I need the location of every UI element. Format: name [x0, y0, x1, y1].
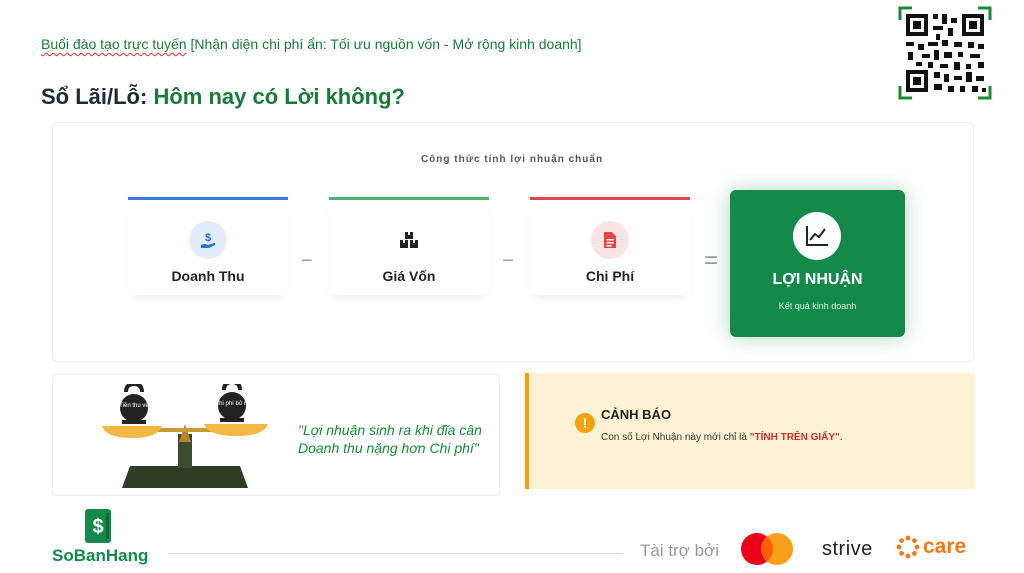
right-weight-label: Chi phí bỏ ra [215, 400, 250, 407]
page-title-prefix: Sổ Lãi/Lỗ: [41, 84, 154, 109]
minus-operator-2: − [502, 250, 514, 272]
card-cogs-label: Giá Vốn [382, 268, 436, 284]
scale-base [122, 466, 248, 488]
right-pan [204, 424, 268, 436]
card-revenue-accent [128, 197, 288, 200]
qr-code-icon[interactable] [898, 6, 992, 100]
svg-text:$: $ [92, 516, 103, 538]
card-revenue-label: Doanh Thu [171, 268, 245, 284]
scale-pivot [179, 424, 191, 442]
page-title-highlight: Hôm nay có Lời không? [153, 84, 405, 109]
training-subtitle-topic: [Nhận diện chi phí ẩn: Tối ưu nguồn vốn … [186, 36, 582, 52]
warning-text-prefix: Con số Lợi Nhuận này mới chỉ là [601, 432, 750, 443]
receipt-icon [591, 221, 629, 259]
warning-text: Con số Lợi Nhuận này mới chỉ là "TÍNH TR… [601, 432, 843, 443]
hand-dollar-icon: $ [189, 221, 227, 259]
equals-operator: = [704, 247, 719, 274]
scale-quote: "Lợi nhuận sinh ra khi đĩa cân Doanh thu… [298, 422, 482, 456]
profit-card: LỢI NHUẬN Kết quả kinh doanh [730, 190, 905, 337]
profit-label: LỢI NHUẬN [772, 271, 863, 288]
formula-caption: Công thức tính lợi nhuận chuẩn [420, 154, 604, 165]
mastercard-logo-icon [741, 533, 793, 565]
card-cogs: Giá Vốn [329, 197, 489, 295]
partner-strive-logo: strive [822, 538, 873, 560]
warning-text-suffix: . [839, 432, 843, 443]
card-expense-label: Chi Phí [585, 268, 635, 284]
footer-divider [168, 553, 623, 554]
care-logo-icon [896, 535, 920, 559]
card-revenue: $ Doanh Thu [128, 197, 288, 295]
card-cogs-accent [329, 197, 489, 200]
minus-operator-1: − [301, 250, 313, 272]
sponsor-label: Tài trợ bởi [640, 541, 719, 560]
warning-title: CẢNH BÁO [601, 407, 672, 422]
training-subtitle-prefix: Buổi đào tạo trực tuyến [41, 36, 187, 52]
left-weight-label: Tiền thu về [119, 403, 149, 409]
page-title: Sổ Lãi/Lỗ: Hôm nay có Lời không? [41, 84, 405, 110]
partner-care-logo: care [923, 535, 967, 558]
training-subtitle: Buổi đào tạo trực tuyến [Nhận diện chi p… [41, 36, 582, 52]
warning-panel [525, 373, 975, 489]
warning-text-highlight: "TÍNH TRÊN GIẤY" [749, 432, 840, 443]
brand-name: SoBanHang [52, 546, 149, 565]
balance-scale-illustration: Tiền thu về Chi phí bỏ ra [102, 384, 268, 488]
sobanhang-logo-icon: $ [85, 509, 111, 543]
trend-chart-icon [793, 212, 841, 260]
card-expense: Chi Phí [530, 197, 690, 295]
svg-text:$: $ [205, 232, 211, 244]
left-pan [102, 426, 162, 438]
boxes-icon [390, 221, 428, 259]
warning-icon: ! [575, 413, 595, 433]
profit-sublabel: Kết quả kinh doanh [778, 301, 857, 311]
card-expense-accent [530, 197, 690, 200]
